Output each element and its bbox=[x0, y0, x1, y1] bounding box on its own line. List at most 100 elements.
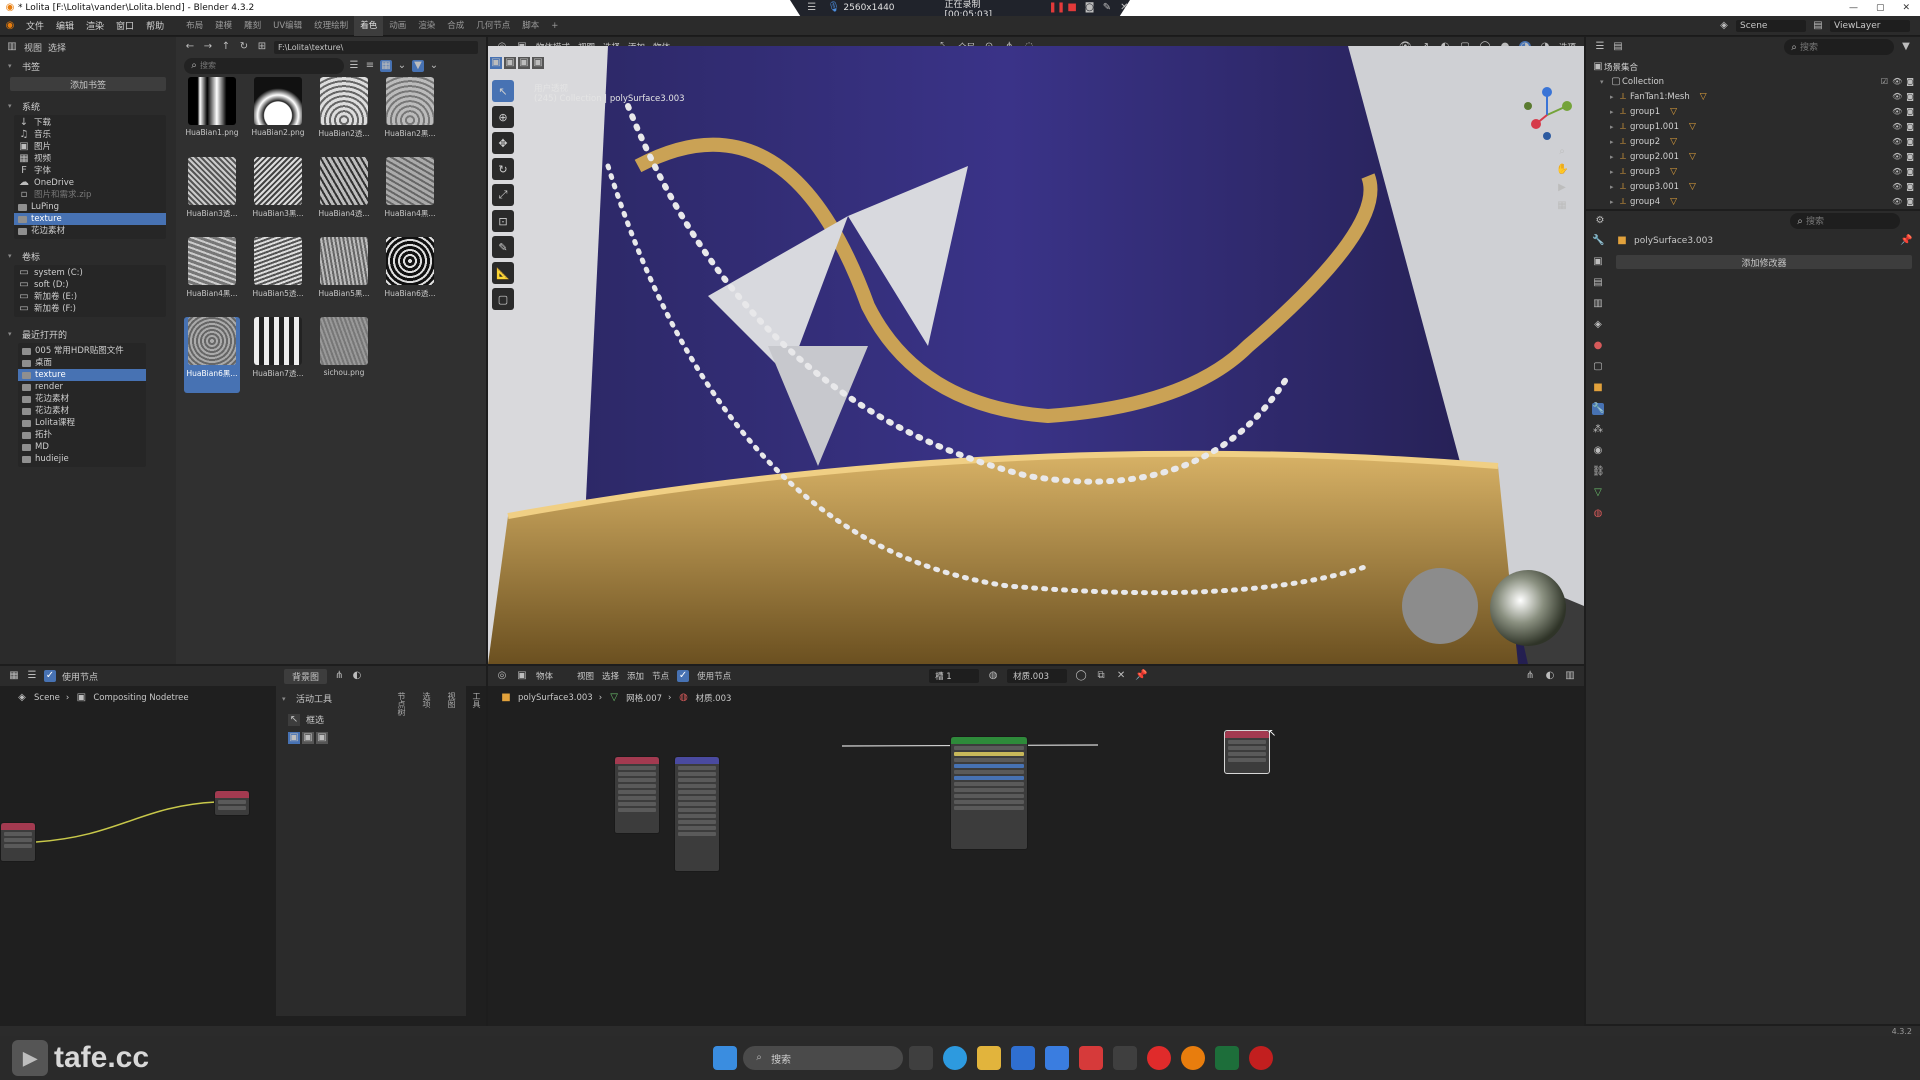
checkbox-icon[interactable]: ✓ bbox=[44, 670, 56, 682]
tab-animation[interactable]: 动画 bbox=[383, 16, 412, 36]
annotate-tool[interactable]: ✎ bbox=[492, 236, 514, 258]
file-thumb[interactable]: HuaBian3黑... bbox=[250, 157, 306, 233]
scene-collection-row[interactable]: ▣ 场景集合 bbox=[1592, 59, 1914, 74]
eye-icon[interactable]: 👁 bbox=[1892, 77, 1902, 86]
object-tab-icon[interactable]: ■ bbox=[1592, 382, 1604, 394]
outliner-item[interactable]: ▸ ⟂ group2 ▽ 👁 ◙ bbox=[1592, 134, 1914, 149]
path-input[interactable]: F:\Lolita\texture\ bbox=[274, 40, 478, 54]
recent-item[interactable]: 花边素材 bbox=[18, 393, 146, 405]
system-item-downloads[interactable]: ↓ 下载 bbox=[14, 117, 166, 129]
outliner-item[interactable]: ▸ ⟂ group2.001 ▽ 👁 ◙ bbox=[1592, 149, 1914, 164]
pan-hand-icon[interactable]: ✋ bbox=[1556, 164, 1568, 176]
recent-item[interactable]: MD bbox=[18, 441, 146, 453]
volume-f[interactable]: ▭ 新加卷 (F:) bbox=[14, 303, 166, 315]
new-folder-icon[interactable]: ⊞ bbox=[256, 41, 268, 53]
system-item-music[interactable]: ♫ 音乐 bbox=[14, 129, 166, 141]
outliner-search-input[interactable]: ⌕ 搜索 bbox=[1784, 39, 1894, 55]
chevron-down-icon[interactable]: ⌄ bbox=[396, 60, 408, 72]
navigation-gizmo[interactable] bbox=[1518, 86, 1576, 144]
system-item-onedrive[interactable]: ☁ OneDrive bbox=[14, 177, 166, 189]
outliner-item[interactable]: ▸ ⟂ FanTan1:Mesh ▽ 👁 ◙ bbox=[1592, 89, 1914, 104]
add-modifier-button[interactable]: 添加修改器 bbox=[1616, 255, 1912, 269]
minimize-button[interactable]: — bbox=[1849, 3, 1858, 13]
system-item-pictures[interactable]: ▣ 图片 bbox=[14, 141, 166, 153]
recent-item[interactable]: 拓扑 bbox=[18, 429, 146, 441]
tab-scripting[interactable]: 脚本 bbox=[516, 16, 545, 36]
camera-icon[interactable]: ◙ bbox=[1906, 122, 1914, 131]
physics-tab-icon[interactable]: ◉ bbox=[1592, 445, 1604, 457]
windows-start-icon[interactable] bbox=[713, 1046, 738, 1070]
editor-type-icon[interactable]: ▦ bbox=[8, 670, 20, 682]
camera-icon[interactable]: ◙ bbox=[1906, 107, 1914, 116]
view-layer-tab-icon[interactable]: ▥ bbox=[1592, 298, 1604, 310]
outliner-item[interactable]: ▸ ⟂ group4 ▽ 👁 ◙ bbox=[1592, 194, 1914, 209]
add-cube-tool[interactable]: ▢ bbox=[492, 288, 514, 310]
file-thumb[interactable]: HuaBian5黑... bbox=[316, 237, 372, 313]
system-section[interactable]: ▾ 系统 bbox=[0, 97, 176, 115]
tab-texture-paint[interactable]: 纹理绘制 bbox=[308, 16, 354, 36]
tool-tab-icon[interactable]: 🔧 bbox=[1592, 235, 1604, 247]
volume-d[interactable]: ▭ soft (D:) bbox=[14, 279, 166, 291]
volume-e[interactable]: ▭ 新加卷 (E:) bbox=[14, 291, 166, 303]
eye-icon[interactable]: 👁 bbox=[1892, 152, 1902, 161]
recent-item[interactable]: 花边素材 bbox=[18, 405, 146, 417]
select-subtract-icon[interactable]: ▣ bbox=[316, 732, 328, 744]
modifier-tab-icon[interactable]: 🔧 bbox=[1592, 403, 1604, 415]
edge-browser-icon[interactable] bbox=[943, 1046, 968, 1070]
menu-file[interactable]: 文件 bbox=[20, 19, 50, 32]
select-subtract-icon[interactable]: ▣ bbox=[518, 57, 530, 69]
select-extend-icon[interactable]: ▣ bbox=[504, 57, 516, 69]
horizontal-list-icon[interactable]: ≡ bbox=[364, 60, 376, 72]
eye-icon[interactable]: 👁 bbox=[1892, 122, 1902, 131]
parent-folder-icon[interactable]: ↑ bbox=[220, 41, 232, 53]
camera-icon[interactable]: ◙ bbox=[1906, 77, 1914, 86]
store-icon[interactable] bbox=[1011, 1046, 1036, 1070]
outliner-item[interactable]: ▸ ⟂ group1 ▽ 👁 ◙ bbox=[1592, 104, 1914, 119]
side-tab-node-tree[interactable]: 节点树 bbox=[396, 692, 407, 716]
file-thumb[interactable]: sichou.png bbox=[316, 317, 372, 393]
measure-tool[interactable]: 📐 bbox=[492, 262, 514, 284]
camera-icon[interactable]: ◙ bbox=[1906, 167, 1914, 176]
taskbar-search-input[interactable]: ⌕ 搜索 bbox=[743, 1046, 904, 1070]
vertical-list-icon[interactable]: ☰ bbox=[348, 60, 360, 72]
volumes-section[interactable]: ▾ 卷标 bbox=[0, 247, 176, 265]
filter-icon[interactable]: ▼ bbox=[412, 60, 424, 72]
system-item-texture[interactable]: texture bbox=[14, 213, 166, 225]
tab-compositing[interactable]: 合成 bbox=[441, 16, 470, 36]
blender-menu-icon[interactable]: ◉ bbox=[4, 20, 16, 32]
transform-tool[interactable]: ⊡ bbox=[492, 210, 514, 232]
grid-icon[interactable]: ▦ bbox=[1556, 200, 1568, 212]
task-view-icon[interactable] bbox=[909, 1046, 934, 1070]
rotate-tool[interactable]: ↻ bbox=[492, 158, 514, 180]
principled-bsdf-node[interactable] bbox=[950, 736, 1028, 850]
editor-type-icon[interactable]: ▥ bbox=[6, 41, 18, 53]
system-item-fonts[interactable]: F 字体 bbox=[14, 165, 166, 177]
eye-icon[interactable]: 👁 bbox=[1892, 167, 1902, 176]
camera-icon[interactable]: ◙ bbox=[1906, 197, 1914, 206]
menu-icon[interactable]: ☰ bbox=[806, 2, 817, 14]
add-bookmark-button[interactable]: 添加书签 bbox=[10, 77, 166, 91]
pin-icon[interactable]: 📌 bbox=[1900, 235, 1912, 247]
overlay-icon[interactable]: ◐ bbox=[351, 670, 363, 682]
side-tab-options[interactable]: 选项 bbox=[421, 692, 432, 716]
breadcrumb-nodetree[interactable]: Compositing Nodetree bbox=[93, 693, 188, 703]
menu-edit[interactable]: 编辑 bbox=[50, 19, 80, 32]
netease-music-icon[interactable] bbox=[1147, 1046, 1172, 1070]
editor-type-icon[interactable]: ☰ bbox=[1594, 41, 1606, 53]
file-thumb[interactable]: HuaBian4黑... bbox=[382, 157, 438, 233]
tab-uv-editing[interactable]: UV编辑 bbox=[267, 16, 308, 36]
menu-icon[interactable]: ☰ bbox=[26, 670, 38, 682]
system-item-luping[interactable]: LuPing bbox=[14, 201, 166, 213]
side-tab-view[interactable]: 视图 bbox=[446, 692, 457, 716]
outliner-item[interactable]: ▸ ⟂ group1.001 ▽ 👁 ◙ bbox=[1592, 119, 1914, 134]
volume-c[interactable]: ▭ system (C:) bbox=[14, 267, 166, 279]
texture-coordinate-node[interactable] bbox=[614, 756, 660, 834]
camera-view-icon[interactable]: ▶ bbox=[1556, 182, 1568, 194]
file-thumb[interactable]: HuaBian2.png bbox=[250, 77, 306, 153]
tab-geometry-nodes[interactable]: 几何节点 bbox=[470, 16, 516, 36]
system-item-lace[interactable]: 花边素材 bbox=[14, 225, 166, 237]
file-thumb[interactable]: HuaBian5透... bbox=[250, 237, 306, 313]
tab-shading[interactable]: 着色 bbox=[354, 15, 384, 36]
select-extend-icon[interactable]: ▣ bbox=[302, 732, 314, 744]
recent-item[interactable]: texture bbox=[18, 369, 146, 381]
